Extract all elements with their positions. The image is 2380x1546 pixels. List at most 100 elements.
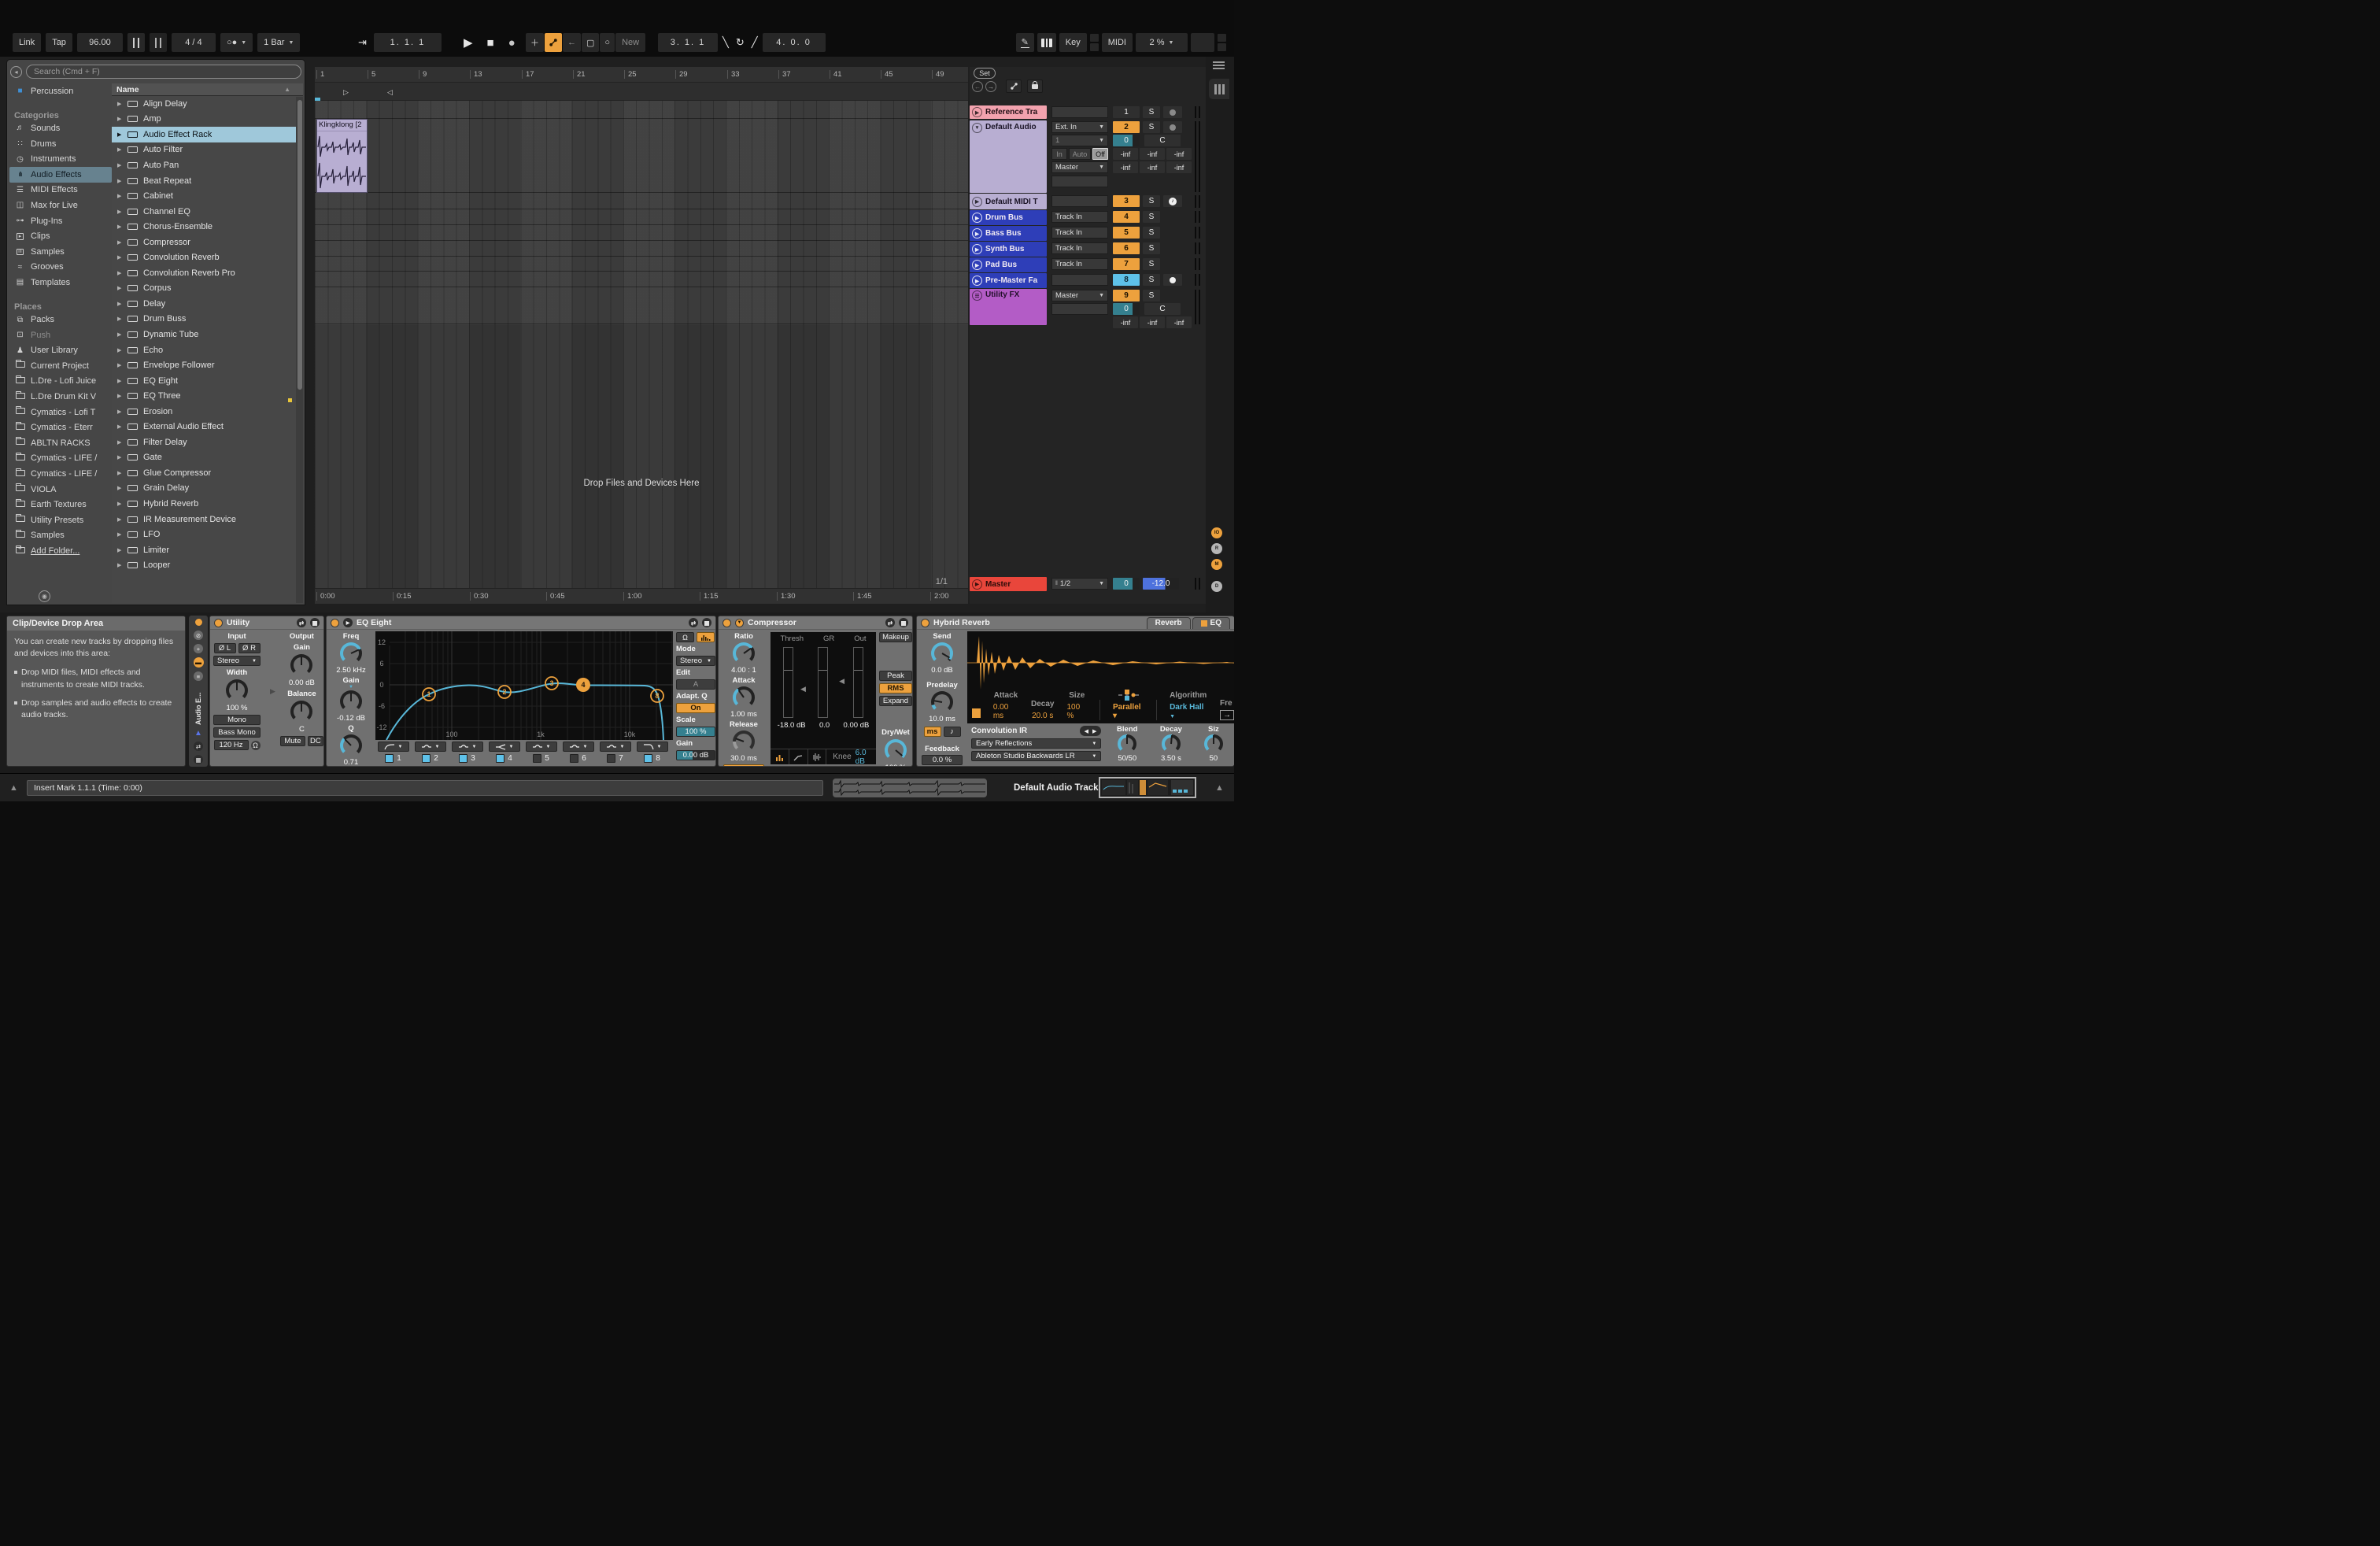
device-item[interactable]: ▶External Audio Effect	[112, 419, 303, 435]
fold-icon[interactable]: ▶	[972, 228, 982, 239]
input-chooser[interactable]: Ext. In▼	[1051, 121, 1108, 133]
filter-type-chooser[interactable]: ▼	[452, 742, 483, 752]
device-item-selected[interactable]: ▶Audio Effect Rack	[112, 127, 303, 142]
sidebar-item-folder[interactable]: Utility Presets	[9, 512, 112, 528]
dc-button[interactable]: DC	[308, 736, 323, 746]
track-lanes[interactable]: Klingklong [2 Drop Files and Devices Her…	[315, 101, 968, 588]
sidebar-item-templates[interactable]: ▤Templates	[9, 275, 112, 290]
tab-eq[interactable]: EQ	[1192, 617, 1230, 629]
set-marker-button[interactable]: Set	[974, 68, 996, 79]
arrangement-overview[interactable]	[833, 779, 987, 797]
width-knob[interactable]	[226, 679, 248, 701]
audition-headphone-button[interactable]: Ω	[676, 632, 694, 642]
metronome-icon[interactable]	[128, 33, 145, 52]
next-marker-button[interactable]: →	[985, 81, 996, 92]
eq-curve-display[interactable]: 1260-6-12 1001k10k 1 2 3 4 8	[375, 631, 673, 740]
send-slider[interactable]: -inf	[1166, 148, 1192, 160]
device-item[interactable]: ▶EQ Three	[112, 388, 303, 404]
loop-end-marker[interactable]: ◁	[387, 88, 393, 97]
sidebar-item-plug-ins[interactable]: ⊶Plug-Ins	[9, 213, 112, 229]
auto-release-button[interactable]: Auto	[723, 764, 764, 767]
track-row-synth-bus[interactable]: ▶Synth Bus Track In 6 S	[970, 242, 1206, 257]
sidebar-item-folder[interactable]: ABLTN RACKS	[9, 435, 112, 451]
draw-mode-button[interactable]: ▢	[582, 33, 599, 52]
track-number[interactable]: 4	[1113, 211, 1140, 223]
io-chooser[interactable]: Track In	[1051, 227, 1108, 239]
prev-marker-button[interactable]: ←	[972, 81, 983, 92]
mute-button[interactable]: Mute	[280, 736, 305, 746]
send-knob[interactable]	[931, 642, 953, 664]
hamburger-icon[interactable]	[1213, 61, 1225, 69]
add-folder-button[interactable]: Add Folder...	[9, 543, 112, 559]
reverb-decay-knob[interactable]	[1162, 734, 1181, 753]
routing-chooser[interactable]: Parallel ▾	[1113, 703, 1144, 720]
lane-bass-bus[interactable]	[315, 225, 968, 241]
ir-decay-value[interactable]: 20.0 s	[1032, 712, 1053, 720]
filter-type-chooser[interactable]: ▼	[378, 742, 409, 752]
device-on-button[interactable]	[722, 619, 731, 627]
solo-button[interactable]: S	[1143, 258, 1160, 270]
sidebar-item-samples[interactable]: ılıSamples	[9, 244, 112, 260]
send-slider[interactable]: -inf	[1166, 316, 1192, 328]
sidebar-item-folder[interactable]: L.Dre - Lofi Juice	[9, 374, 112, 390]
quantize-menu[interactable]: 1 Bar▼	[257, 33, 300, 52]
device-item[interactable]: ▶Compressor	[112, 235, 303, 250]
sidebar-item-user-library[interactable]: ♟User Library	[9, 343, 112, 359]
track-row-master[interactable]: ▶Master ‖1/2▼ 0 -12.0	[970, 577, 1206, 591]
fold-icon[interactable]: ▶	[972, 244, 982, 254]
time-signature-field[interactable]: 4 / 4	[172, 33, 216, 52]
send-slider[interactable]: -inf	[1166, 161, 1192, 173]
automation-mode-button[interactable]	[545, 33, 562, 52]
toggle-io[interactable]: IO	[1211, 527, 1222, 538]
track-row-reference[interactable]: ▶Reference Tra 1 S	[970, 105, 1206, 119]
feedback-value[interactable]: 0.0 %	[922, 755, 963, 765]
map-hand-icon[interactable]: ▲	[194, 729, 202, 738]
track-row-utility-fx[interactable]: ☰Utility FX Master▼ 9 S 0 C -inf -inf -i…	[970, 289, 1206, 325]
count-in-icon[interactable]	[150, 33, 167, 52]
fold-icon[interactable]: ▶	[972, 107, 982, 117]
band-enable-checkbox[interactable]	[644, 754, 652, 763]
track-name[interactable]: ▶Drum Bus	[970, 210, 1047, 225]
track-number[interactable]: 1	[1113, 106, 1140, 118]
phase-right-button[interactable]: Ø R	[238, 643, 261, 653]
output-chooser[interactable]: Master▼	[1051, 290, 1108, 301]
toggle-mixer[interactable]: M	[1211, 559, 1222, 570]
bass-mono-button[interactable]: Bass Mono	[213, 727, 261, 738]
release-knob[interactable]	[733, 730, 755, 753]
fold-icon[interactable]: ▶	[972, 276, 982, 286]
filter-type-chooser[interactable]: ▼	[489, 742, 520, 752]
master-out-chooser[interactable]: ‖1/2▼	[1051, 578, 1108, 590]
predelay-knob[interactable]	[931, 691, 953, 713]
out-value[interactable]: 0.00 dB	[844, 721, 870, 730]
bar-ruler[interactable]: 15 913 1721 2529 3337 4145 49	[315, 67, 968, 83]
adaptq-toggle[interactable]: On	[676, 703, 715, 713]
track-row-pre-master[interactable]: ▶Pre-Master Fa 8 S	[970, 273, 1206, 288]
hot-swap-icon[interactable]: ⇄	[885, 618, 895, 627]
io-chooser[interactable]	[1051, 274, 1108, 286]
io-chooser[interactable]	[1051, 106, 1108, 118]
band-enable-checkbox[interactable]	[533, 754, 541, 763]
device-on-button[interactable]	[921, 619, 929, 627]
computer-midi-keyboard-button[interactable]	[1037, 33, 1056, 52]
sidebar-item-max-for-live[interactable]: ◫Max for Live	[9, 198, 112, 213]
band-enable-checkbox[interactable]	[570, 754, 578, 763]
device-item[interactable]: ▶Hybrid Reverb	[112, 496, 303, 512]
device-item[interactable]: ▶Auto Pan	[112, 157, 303, 173]
mixer-sections-tab[interactable]	[1209, 79, 1229, 99]
reverb-size-knob[interactable]	[1204, 734, 1223, 753]
arm-button[interactable]	[1163, 274, 1182, 286]
q-knob[interactable]	[340, 734, 362, 756]
headphone-icon[interactable]: Ω	[251, 741, 261, 750]
hot-swap-icon[interactable]: ⇄	[297, 618, 306, 627]
track-row-default-midi[interactable]: ▶Default MIDI T 3 S ♪	[970, 194, 1206, 209]
rms-button[interactable]: RMS	[879, 683, 912, 693]
send-slider[interactable]: -inf	[1113, 161, 1138, 173]
device-item[interactable]: ▶Looper	[112, 557, 303, 573]
input-channel-chooser[interactable]: 1▼	[1051, 135, 1108, 146]
draw-pencil-button[interactable]: ✎	[1016, 33, 1034, 52]
crossfade-assign[interactable]: C	[1144, 135, 1181, 146]
notification-triangle-icon[interactable]: ▲	[1215, 783, 1224, 793]
collapsed-view-button[interactable]	[771, 749, 789, 764]
track-name[interactable]: ▶Pre-Master Fa	[970, 273, 1047, 288]
save-preset-icon[interactable]: ▦	[899, 618, 908, 627]
